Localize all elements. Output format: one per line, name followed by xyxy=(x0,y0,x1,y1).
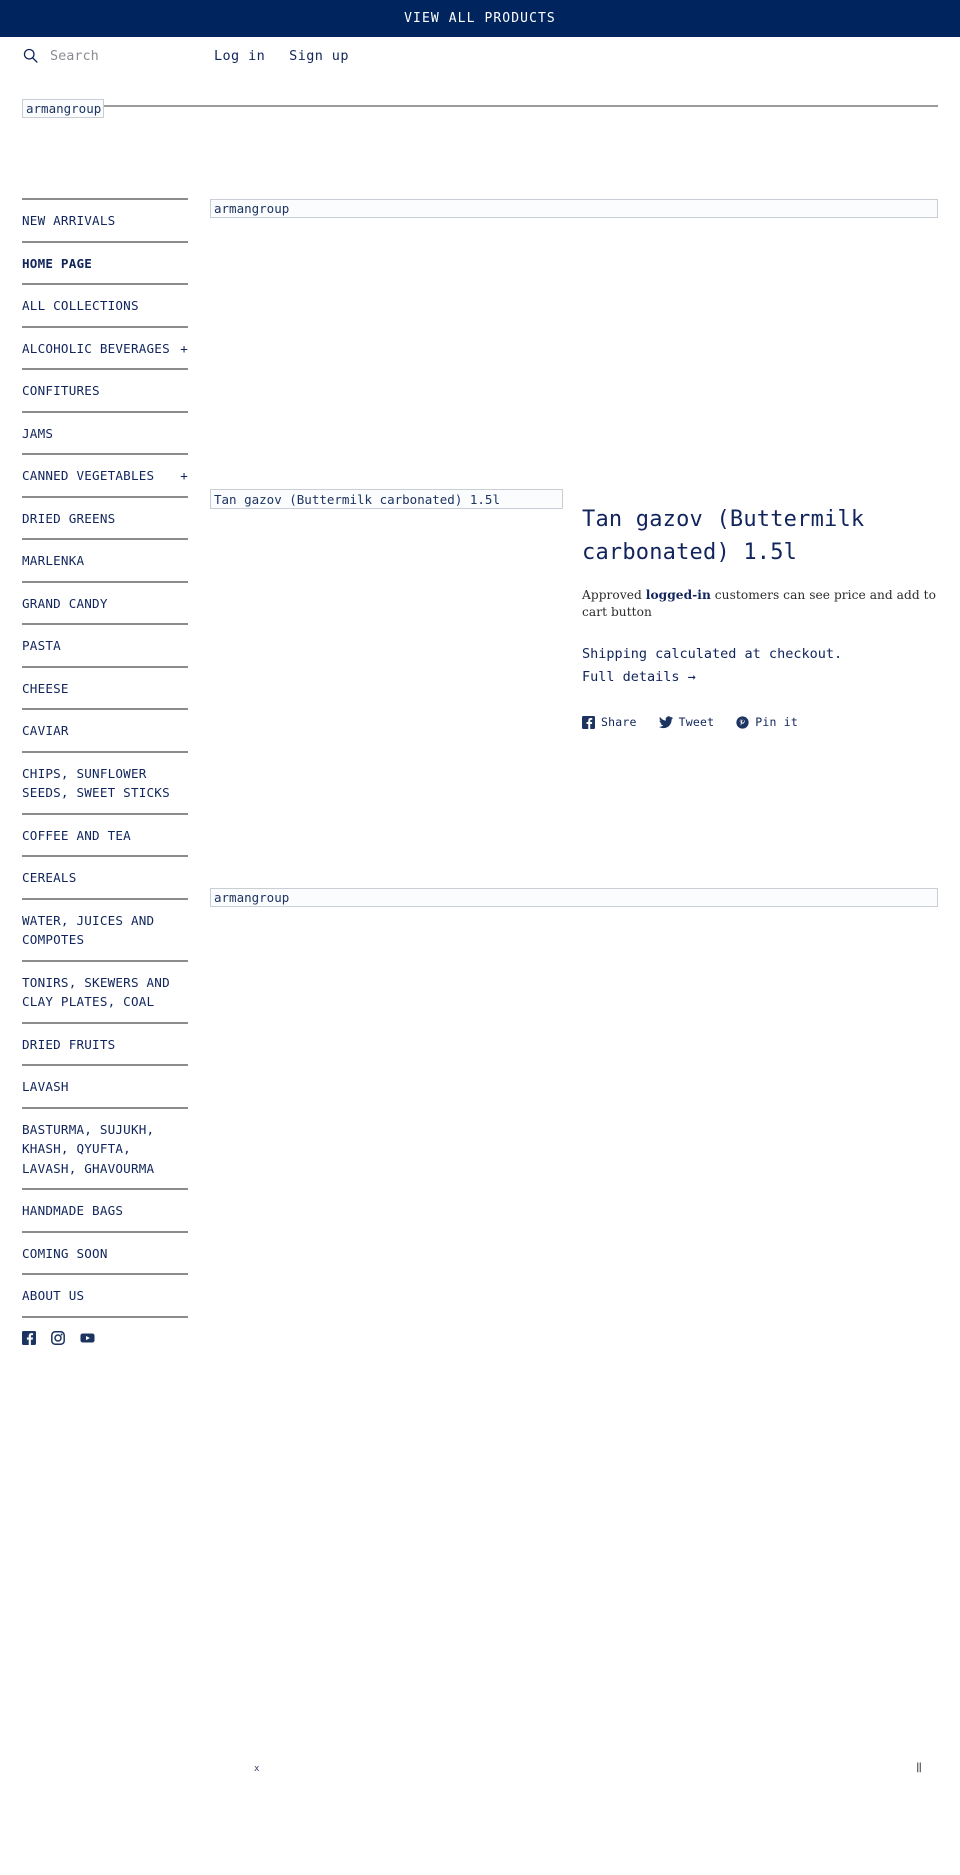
sidebar-item-chips-sunflower-seeds-sweet-sticks[interactable]: CHIPS, SUNFLOWER SEEDS, SWEET STICKS xyxy=(22,750,188,813)
close-mark[interactable]: x xyxy=(254,1765,259,1774)
search-input[interactable] xyxy=(50,47,180,64)
sidebar-item-coffee-and-tea[interactable]: COFFEE AND TEA xyxy=(22,812,188,856)
sidebar-item-coming-soon[interactable]: COMING SOON xyxy=(22,1230,188,1274)
sidebar-item-caviar[interactable]: CAVIAR xyxy=(22,708,188,751)
sidebar-item-alcoholic-beverages[interactable]: ALCOHOLIC BEVERAGES + xyxy=(22,325,188,369)
facebook-link[interactable] xyxy=(22,1330,36,1345)
share-facebook-label: Share xyxy=(601,715,637,729)
sidebar-item-label: CONFITURES xyxy=(22,383,100,398)
sidebar-item-label: PASTA xyxy=(22,638,61,653)
sidebar-item-water-juices-and-compotes[interactable]: WATER, JUICES AND COMPOTES xyxy=(22,897,188,960)
notice-prefix: Approved xyxy=(582,588,646,602)
product-title: Tan gazov (Buttermilk carbonated) 1.5l xyxy=(582,507,865,565)
sidebar-item-basturma-sujukh-khash-qyufta-lavash-ghavourma[interactable]: BASTURMA, SUJUKH, KHASH, QYUFTA, LAVASH,… xyxy=(22,1106,188,1189)
instagram-icon xyxy=(51,1330,65,1349)
sidebar-item-expand-icon[interactable]: + xyxy=(180,339,188,359)
sidebar-navigation: NEW ARRIVALS HOME PAGE ALL COLLECTIONS ALCO… xyxy=(22,198,188,1345)
notice-bold: logged-in xyxy=(645,588,711,602)
share-twitter-button[interactable]: Tweet xyxy=(658,715,715,729)
sidebar-item-label: HANDMADE BAGS xyxy=(22,1203,124,1218)
facebook-icon xyxy=(582,715,595,729)
sidebar-item-grand-candy[interactable]: GRAND CANDY xyxy=(22,580,188,624)
sidebar-item-all-collections[interactable]: ALL COLLECTIONS xyxy=(22,283,188,326)
sidebar-item-handmade-bags[interactable]: HANDMADE BAGS xyxy=(22,1188,188,1231)
sidebar-item-label: BASTURMA, SUJUKH, KHASH, QYUFTA, LAVASH,… xyxy=(22,1121,155,1176)
sidebar-item-label: COMING SOON xyxy=(22,1245,108,1261)
share-row: Share Tweet Pin it xyxy=(582,715,942,729)
log-in-link[interactable]: Log in xyxy=(214,48,265,64)
sidebar-item-label: JAMS xyxy=(22,425,54,441)
shipping-block: Shipping calculated at checkout. Full de… xyxy=(582,643,942,689)
sidebar-item-cheese[interactable]: CHEESE xyxy=(22,665,188,709)
sidebar-item-canned-vegetables[interactable]: CANNED VEGETABLES + xyxy=(22,453,188,496)
facebook-icon xyxy=(22,1330,36,1349)
header-divider xyxy=(22,105,938,107)
share-pinterest-label: Pin it xyxy=(755,715,798,729)
sidebar-item-new-arrivals[interactable]: NEW ARRIVALS xyxy=(22,198,188,241)
shipping-text: Shipping calculated at checkout. xyxy=(582,646,843,662)
youtube-icon xyxy=(80,1330,95,1349)
sidebar-item-jams[interactable]: JAMS xyxy=(22,410,188,454)
full-details-link[interactable]: Full details → xyxy=(582,666,696,689)
site-logo-broken-image[interactable]: armangroup xyxy=(22,99,104,118)
sidebar-item-label: ABOUT US xyxy=(22,1288,85,1303)
view-all-products-link[interactable]: VIEW ALL PRODUCTS xyxy=(404,11,556,26)
search-icon[interactable] xyxy=(22,47,39,64)
sidebar-item-label: ALCOHOLIC BEVERAGES xyxy=(22,340,170,356)
announcement-bar: VIEW ALL PRODUCTS xyxy=(0,0,960,37)
logged-in-notice: Approved logged-in customers can see pri… xyxy=(582,587,942,621)
search-bar[interactable] xyxy=(22,47,180,64)
account-links: Log in Sign up xyxy=(214,48,349,64)
sidebar-item-confitures[interactable]: CONFITURES xyxy=(22,368,188,411)
top-banner-broken-image[interactable]: armangroup xyxy=(210,199,938,218)
sidebar-item-label: WATER, JUICES AND COMPOTES xyxy=(22,912,155,948)
site-header: Log in Sign up xyxy=(0,37,960,107)
social-links xyxy=(22,1315,188,1345)
sidebar-item-label: GRAND CANDY xyxy=(22,595,108,611)
share-facebook-button[interactable]: Share xyxy=(582,715,637,729)
sidebar-item-label: HOME PAGE xyxy=(22,255,93,271)
pause-mark[interactable]: ‖ xyxy=(916,1763,922,1773)
youtube-link[interactable] xyxy=(80,1331,95,1345)
sidebar-item-label: CEREALS xyxy=(22,870,77,885)
sidebar-item-dried-greens[interactable]: DRIED GREENS xyxy=(22,495,188,539)
share-twitter-label: Tweet xyxy=(678,715,715,729)
sidebar-item-label: COFFEE AND TEA xyxy=(22,827,131,843)
product-details: Tan gazov (Buttermilk carbonated) 1.5l A… xyxy=(582,503,942,729)
sidebar-item-pasta[interactable]: PASTA xyxy=(22,623,188,666)
sidebar-item-marlenka[interactable]: MARLENKA xyxy=(22,538,188,581)
sidebar-item-label: ALL COLLECTIONS xyxy=(22,298,139,313)
sidebar-item-label: LAVASH xyxy=(22,1079,69,1094)
sidebar-item-label: CHIPS, SUNFLOWER SEEDS, SWEET STICKS xyxy=(22,765,170,801)
sidebar-item-label: DRIED GREENS xyxy=(22,510,116,526)
sidebar-item-label: DRIED FRUITS xyxy=(22,1036,116,1052)
sidebar-item-label: MARLENKA xyxy=(22,553,85,568)
pinterest-icon xyxy=(736,715,749,729)
share-pinterest-button[interactable]: Pin it xyxy=(736,715,798,729)
sidebar-item-label: CAVIAR xyxy=(22,723,69,738)
product-broken-image[interactable]: Tan gazov (Buttermilk carbonated) 1.5l xyxy=(210,489,563,509)
sidebar-item-lavash[interactable]: LAVASH xyxy=(22,1064,188,1107)
sidebar-item-label: CANNED VEGETABLES xyxy=(22,468,155,483)
sidebar-item-label: CHEESE xyxy=(22,680,69,696)
sidebar-item-label: NEW ARRIVALS xyxy=(22,213,116,228)
sidebar-item-tonirs-skewers-and-clay-plates-coal[interactable]: TONIRS, SKEWERS AND CLAY PLATES, COAL xyxy=(22,959,188,1022)
twitter-icon xyxy=(658,715,673,729)
sidebar-item-expand-icon[interactable]: + xyxy=(180,466,188,486)
sign-up-link[interactable]: Sign up xyxy=(289,48,349,64)
sidebar-item-home-page[interactable]: HOME PAGE xyxy=(22,240,188,284)
sidebar-item-label: TONIRS, SKEWERS AND CLAY PLATES, COAL xyxy=(22,974,170,1010)
sidebar-item-about-us[interactable]: ABOUT US xyxy=(22,1273,188,1316)
bottom-banner-broken-image[interactable]: armangroup xyxy=(210,888,938,907)
sidebar-item-dried-fruits[interactable]: DRIED FRUITS xyxy=(22,1021,188,1065)
instagram-link[interactable] xyxy=(51,1330,65,1345)
sidebar-item-cereals[interactable]: CEREALS xyxy=(22,855,188,898)
